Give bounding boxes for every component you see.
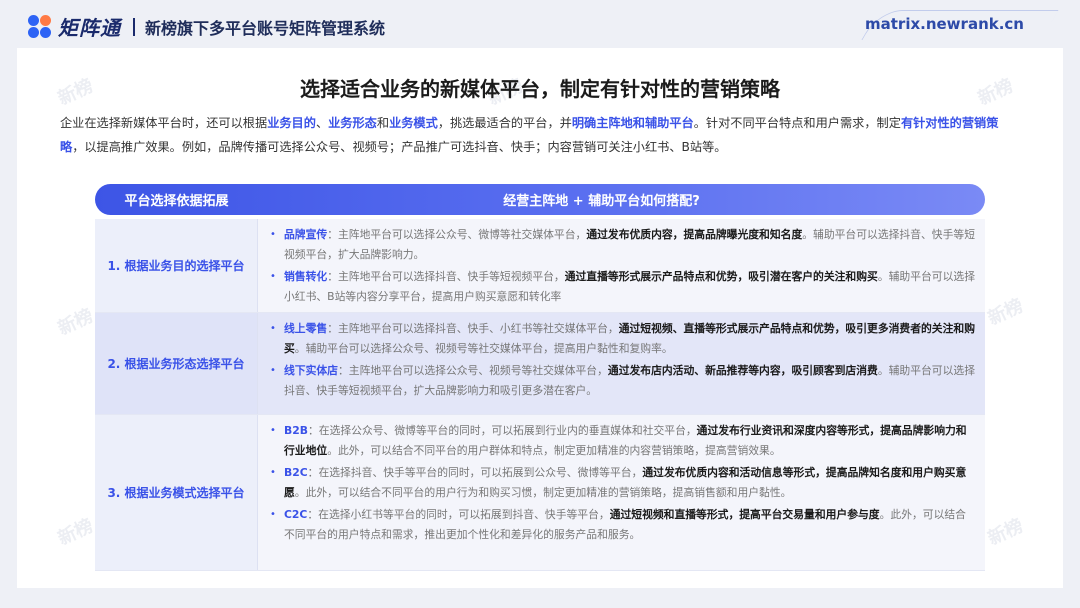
bullet-icon: • xyxy=(270,365,276,376)
table-row: 3. 根据业务模式选择平台 • B2B：在选择公众号、微博等平台的同时，可以拓展到行… xyxy=(95,415,985,571)
item-emphasis: 通过直播等形式展示产品特点和优势，吸引潜在客户的关注和购买 xyxy=(564,270,878,283)
intro-text: 、 xyxy=(315,116,329,130)
item-pre-text: ：在选择小红书等平台的同时，可以拓展到抖音、快手等平台， xyxy=(307,508,610,521)
intro-text: 企业在选择新媒体平台时，还可以根据 xyxy=(60,116,268,130)
list-item: • 线上零售：主阵地平台可以选择抖音、快手、小红书等社交媒体平台，通过短视频、直播… xyxy=(270,319,975,359)
item-text: 线下实体店：主阵地平台可以选择公众号、视频号等社交媒体平台，通过发布店内活动、新… xyxy=(284,361,975,401)
item-emphasis: 通过发布店内活动、新品推荐等内容，吸引顾客到店消费 xyxy=(607,364,878,377)
item-text: C2C：在选择小红书等平台的同时，可以拓展到抖音、快手等平台，通过短视频和直播等… xyxy=(284,505,975,545)
list-item: • C2C：在选择小红书等平台的同时，可以拓展到抖音、快手等平台，通过短视频和直播… xyxy=(270,505,975,545)
item-post-text: 。此外，可以结合不同平台的用户群体和特点，制定更加精准的内容营销策略，提高营销效… xyxy=(327,444,781,457)
bullet-icon: • xyxy=(270,467,276,478)
platform-table: 平台选择依据拓展 经营主阵地 + 辅助平台如何搭配? 1. 根据业务目的选择平台… xyxy=(95,184,985,571)
item-label: B2C xyxy=(284,466,308,479)
item-post-text: 。此外，可以结合不同平台的用户行为和购买习惯，制定更加精准的营销策略，提高销售额… xyxy=(294,486,792,499)
table-row: 1. 根据业务目的选择平台 • 品牌宣传：主阵地平台可以选择公众号、微博等社交媒体平… xyxy=(95,219,985,313)
intro-highlight: 业务目的 xyxy=(267,116,316,130)
item-text: 销售转化：主阵地平台可以选择抖音、快手等短视频平台，通过直播等形式展示产品特点和… xyxy=(284,267,975,307)
item-label: 线上零售 xyxy=(284,322,328,335)
item-emphasis: 通过发布优质内容，提高品牌曝光度和知名度 xyxy=(586,228,803,241)
table-row: 2. 根据业务形态选择平台 • 线上零售：主阵地平台可以选择抖音、快手、小红书等社交… xyxy=(95,313,985,415)
page-title: 选择适合业务的新媒体平台，制定有针对性的营销策略 xyxy=(300,77,780,101)
item-label: B2B xyxy=(284,424,308,437)
row-category-label: 3. 根据业务模式选择平台 xyxy=(95,415,258,570)
item-pre-text: ：主阵地平台可以选择公众号、微博等社交媒体平台， xyxy=(327,228,587,241)
watermark: 新榜 xyxy=(984,295,1027,330)
item-text: 品牌宣传：主阵地平台可以选择公众号、微博等社交媒体平台，通过发布优质内容，提高品… xyxy=(284,225,975,265)
item-text: B2C：在选择抖音、快手等平台的同时，可以拓展到公众号、微博等平台，通过发布优质… xyxy=(284,463,975,503)
site-url-link[interactable]: matrix.newrank.cn xyxy=(865,15,1024,33)
bullet-icon: • xyxy=(270,229,276,240)
row-category-label: 2. 根据业务形态选择平台 xyxy=(95,313,258,414)
item-pre-text: ：在选择公众号、微博等平台的同时，可以拓展到行业内的垂直媒体和社交平台， xyxy=(307,424,697,437)
bullet-icon: • xyxy=(270,509,276,520)
logo-mark-icon xyxy=(28,14,52,39)
item-pre-text: ：主阵地平台可以选择抖音、快手等短视频平台， xyxy=(327,270,565,283)
header-left-label: 平台选择依据拓展 xyxy=(124,194,229,209)
watermark: 新榜 xyxy=(54,515,97,550)
item-text: B2B：在选择公众号、微博等平台的同时，可以拓展到行业内的垂直媒体和社交平台，通… xyxy=(284,421,975,461)
item-label: 线下实体店 xyxy=(284,364,338,377)
watermark: 新榜 xyxy=(54,305,97,340)
logo-text: 矩阵通 xyxy=(58,16,121,40)
intro-text: 和 xyxy=(376,116,390,130)
item-emphasis: 通过短视频和直播等形式，提高平台交易量和用户参与度 xyxy=(609,508,880,521)
intro-text: 。针对不同平台特点和用户需求，制定 xyxy=(693,116,901,130)
row-category-label: 1. 根据业务目的选择平台 xyxy=(95,219,258,312)
list-item: • 销售转化：主阵地平台可以选择抖音、快手等短视频平台，通过直播等形式展示产品特点… xyxy=(270,267,975,307)
intro-paragraph: 企业在选择新媒体平台时，还可以根据业务目的、业务形态和业务模式，挑选最适合的平台… xyxy=(60,111,1022,159)
bullet-icon: • xyxy=(270,425,276,436)
intro-text: ，以提高推广效果。例如，品牌传播可选择公众号、视频号；产品推广可选抖音、快手；内… xyxy=(72,140,727,154)
list-item: • B2C：在选择抖音、快手等平台的同时，可以拓展到公众号、微博等平台，通过发布优… xyxy=(270,463,975,503)
row-details: • B2B：在选择公众号、微博等平台的同时，可以拓展到行业内的垂直媒体和社交平台，… xyxy=(258,415,985,570)
item-post-text: 。辅助平台可以选择公众号、视频号等社交媒体平台，提高用户黏性和复购率。 xyxy=(294,342,673,355)
intro-highlight: 业务模式 xyxy=(389,116,438,130)
list-item: • 线下实体店：主阵地平台可以选择公众号、视频号等社交媒体平台，通过发布店内活动、… xyxy=(270,361,975,401)
list-item: • 品牌宣传：主阵地平台可以选择公众号、微博等社交媒体平台，通过发布优质内容，提高… xyxy=(270,225,975,265)
row-details: • 线上零售：主阵地平台可以选择抖音、快手、小红书等社交媒体平台，通过短视频、直播… xyxy=(258,313,985,414)
intro-text: ，挑选最适合的平台，并 xyxy=(437,116,572,130)
bullet-icon: • xyxy=(270,323,276,334)
item-label: C2C xyxy=(284,508,308,521)
list-item: • B2B：在选择公众号、微博等平台的同时，可以拓展到行业内的垂直媒体和社交平台，… xyxy=(270,421,975,461)
intro-highlight: 明确主阵地和辅助平台 xyxy=(571,116,694,130)
item-label: 品牌宣传 xyxy=(284,228,328,241)
content-card: 新榜 新榜 新榜 新榜 新榜 新榜 新榜 选择适合业务的新媒体平台，制定有针对性… xyxy=(17,48,1063,588)
watermark: 新榜 xyxy=(984,515,1027,550)
item-pre-text: ：在选择抖音、快手等平台的同时，可以拓展到公众号、微博等平台， xyxy=(307,466,643,479)
item-text: 线上零售：主阵地平台可以选择抖音、快手、小红书等社交媒体平台，通过短视频、直播等… xyxy=(284,319,975,359)
top-header: 矩阵通 新榜旗下多平台账号矩阵管理系统 matrix.newrank.cn xyxy=(0,0,1080,48)
row-details: • 品牌宣传：主阵地平台可以选择公众号、微博等社交媒体平台，通过发布优质内容，提高… xyxy=(258,219,985,312)
item-label: 销售转化 xyxy=(284,270,328,283)
item-pre-text: ：主阵地平台可以选择抖音、快手、小红书等社交媒体平台， xyxy=(327,322,619,335)
item-pre-text: ：主阵地平台可以选择公众号、视频号等社交媒体平台， xyxy=(337,364,608,377)
brand-logo[interactable]: 矩阵通 新榜旗下多平台账号矩阵管理系统 xyxy=(28,12,385,41)
header-right-label: 经营主阵地 + 辅助平台如何搭配? xyxy=(503,194,700,209)
table-header: 平台选择依据拓展 经营主阵地 + 辅助平台如何搭配? xyxy=(95,184,985,215)
bullet-icon: • xyxy=(270,271,276,282)
intro-highlight: 业务形态 xyxy=(328,116,377,130)
system-title: 新榜旗下多平台账号矩阵管理系统 xyxy=(145,18,386,38)
header-divider xyxy=(133,17,135,36)
